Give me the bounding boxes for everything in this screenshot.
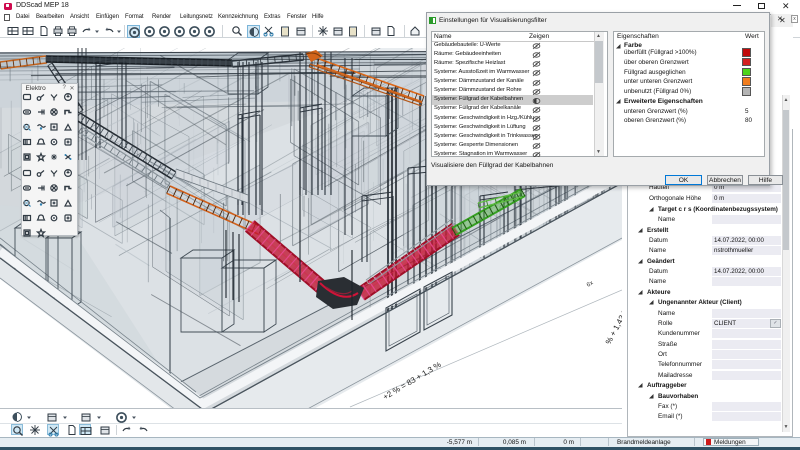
svg-text:% + 1,42 % +: % + 1,42 % +	[604, 299, 622, 346]
svg-text:6x: 6x	[586, 280, 595, 288]
